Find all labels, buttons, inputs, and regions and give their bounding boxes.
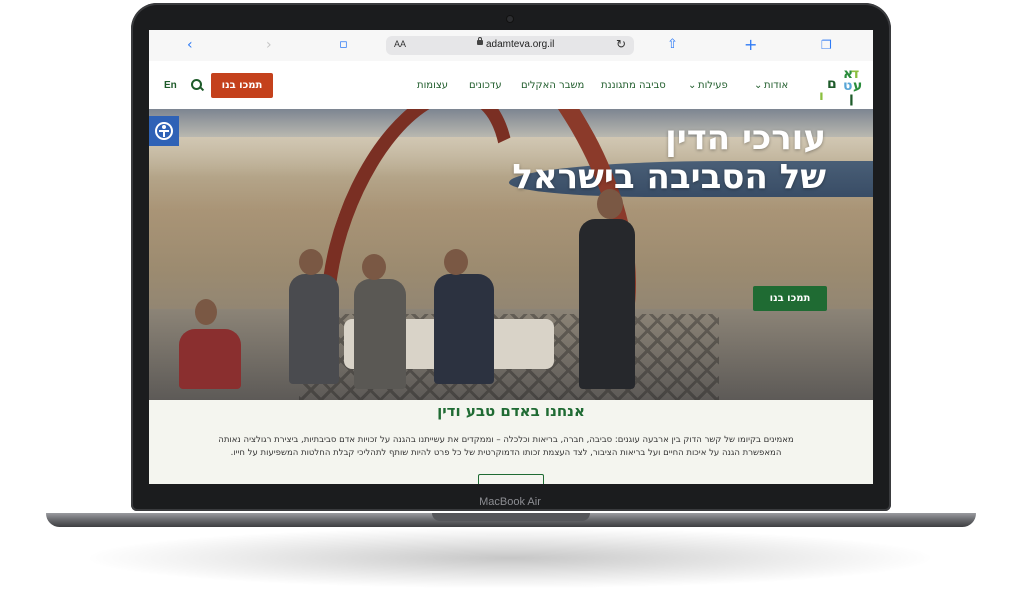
about-section: אנחנו באדם טבע ודין מאמינים בקיומו של קש… — [149, 400, 873, 484]
menu-item-about[interactable]: אודות — [764, 80, 788, 91]
person-figure — [289, 274, 339, 384]
laptop-notch — [432, 513, 590, 521]
back-icon[interactable]: ‹ — [187, 37, 193, 53]
reload-icon[interactable]: ↻ — [616, 37, 626, 51]
reader-aa[interactable]: AA — [394, 39, 406, 49]
person-figure — [354, 279, 406, 389]
accessibility-icon[interactable] — [149, 116, 179, 146]
menu-item-petitions[interactable]: עצומות — [417, 80, 448, 91]
device-label: MacBook Air — [479, 496, 541, 508]
person-head — [362, 254, 386, 280]
chevron-down-icon: ⌄ — [754, 80, 763, 91]
menu-item-updates[interactable]: עדכונים — [469, 80, 502, 91]
site-header: En תמכו בנו עצומות עדכונים משבר האקלים ס… — [149, 61, 873, 110]
chevron-down-icon: ⌄ — [688, 80, 697, 91]
person-figure — [579, 219, 635, 389]
hero-title-line1: עורכי הדין — [665, 118, 826, 158]
read-more-button[interactable] — [478, 474, 544, 484]
menu-item-activity[interactable]: פעילות — [698, 80, 728, 91]
hero-title-line2: של הסביבה בישראל — [512, 157, 826, 197]
address-bar[interactable]: AA adamteva.org.il ↻ — [386, 36, 634, 55]
person-figure — [434, 274, 494, 384]
person-figure — [179, 329, 241, 389]
browser-toolbar: ‹ › ▫ AA adamteva.org.il ↻ ⇧ + ❐ — [149, 30, 873, 62]
person-head — [444, 249, 468, 275]
laptop-shadow — [90, 528, 930, 588]
url-domain: adamteva.org.il — [486, 39, 555, 50]
search-icon[interactable] — [191, 79, 202, 90]
new-tab-icon[interactable]: + — [744, 37, 757, 53]
book-icon[interactable]: ▫ — [339, 37, 348, 53]
person-head — [195, 299, 217, 325]
lock-icon — [477, 37, 483, 45]
hero-title: עורכי הדין של הסביבה בישראל — [512, 119, 826, 197]
menu-item-climate-crisis[interactable]: משבר האקלים — [521, 80, 584, 91]
about-text-line2: המאפשרת הגנה על איכות החיים ועל בריאות ה… — [230, 448, 782, 458]
person-head — [299, 249, 323, 275]
language-switch[interactable]: En — [164, 80, 177, 91]
about-text-line1: מאמינים בקיומו של קשר הדוק בין ארבעה עוג… — [218, 435, 794, 445]
share-icon[interactable]: ⇧ — [667, 37, 678, 53]
menu-item-protected-environment[interactable]: סביבה מתגוננת — [601, 80, 666, 91]
site-logo[interactable]: א ד ם ט ע ו ן — [813, 67, 863, 105]
camera — [507, 16, 513, 22]
about-heading: אנחנו באדם טבע ודין — [437, 402, 585, 420]
screen: ‹ › ▫ AA adamteva.org.il ↻ ⇧ + ❐ En תמכו… — [149, 30, 873, 484]
main-menu: עצומות עדכונים משבר האקלים סביבה מתגוננת… — [411, 80, 791, 94]
tabs-icon[interactable]: ❐ — [821, 37, 832, 53]
forward-icon[interactable]: › — [266, 37, 272, 53]
about-text: מאמינים בקיומו של קשר הדוק בין ארבעה עוג… — [199, 434, 813, 460]
donate-button[interactable]: תמכו בנו — [211, 73, 273, 98]
hero-donate-button[interactable]: תמכו בנו — [753, 286, 827, 311]
